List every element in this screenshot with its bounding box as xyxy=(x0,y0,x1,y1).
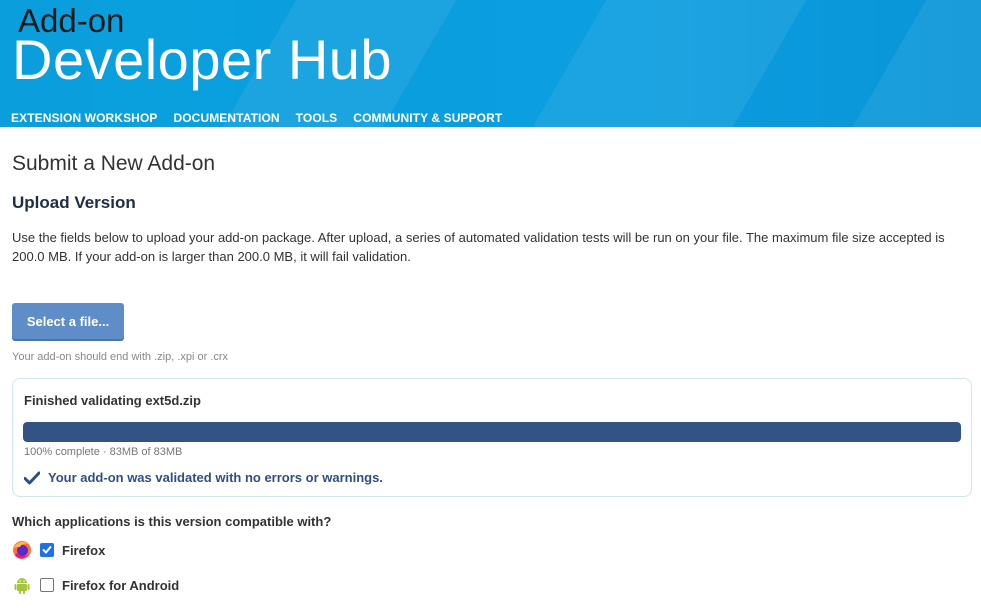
checkmark-icon xyxy=(24,471,40,484)
checkbox-check-icon xyxy=(42,546,52,554)
section-title: Upload Version xyxy=(12,193,136,212)
intro-text: Use the fields below to upload your add-… xyxy=(12,230,945,264)
main-nav: EXTENSION WORKSHOP DOCUMENTATION TOOLS C… xyxy=(11,111,502,125)
nav-tools[interactable]: TOOLS xyxy=(296,111,338,125)
progress-bar xyxy=(23,422,961,442)
nav-documentation[interactable]: DOCUMENTATION xyxy=(173,111,279,125)
nav-extension-workshop[interactable]: EXTENSION WORKSHOP xyxy=(11,111,157,125)
site-header: Add-on Developer Hub EXTENSION WORKSHOP … xyxy=(0,0,981,127)
firefox-checkbox[interactable] xyxy=(40,543,54,557)
file-type-hint: Your add-on should end with .zip, .xpi o… xyxy=(12,351,229,363)
validation-title: Finished validating ext5d.zip xyxy=(24,393,201,408)
progress-text: 100% complete · 83MB of 83MB xyxy=(24,446,183,458)
validation-success-row: Your add-on was validated with no errors… xyxy=(24,470,383,485)
validation-result-panel: Finished validating ext5d.zip 100% compl… xyxy=(12,378,972,497)
firefox-android-label[interactable]: Firefox for Android xyxy=(62,578,179,593)
page-title: Submit a New Add-on xyxy=(12,152,216,175)
select-file-button[interactable]: Select a file... xyxy=(12,303,124,339)
firefox-icon xyxy=(13,541,31,559)
firefox-android-checkbox[interactable] xyxy=(40,578,54,592)
brand-title-line2[interactable]: Developer Hub xyxy=(12,30,392,90)
validation-success-message: Your add-on was validated with no errors… xyxy=(48,470,383,485)
nav-community-support[interactable]: COMMUNITY & SUPPORT xyxy=(353,111,502,125)
header-decoration xyxy=(810,0,981,127)
app-option-firefox-android[interactable]: Firefox for Android xyxy=(12,575,179,595)
header-decoration xyxy=(490,0,830,127)
firefox-label[interactable]: Firefox xyxy=(62,543,105,558)
app-option-firefox[interactable]: Firefox xyxy=(12,540,105,560)
progress-bar-fill xyxy=(23,422,961,442)
android-icon xyxy=(14,578,30,594)
compatibility-question: Which applications is this version compa… xyxy=(12,514,332,529)
